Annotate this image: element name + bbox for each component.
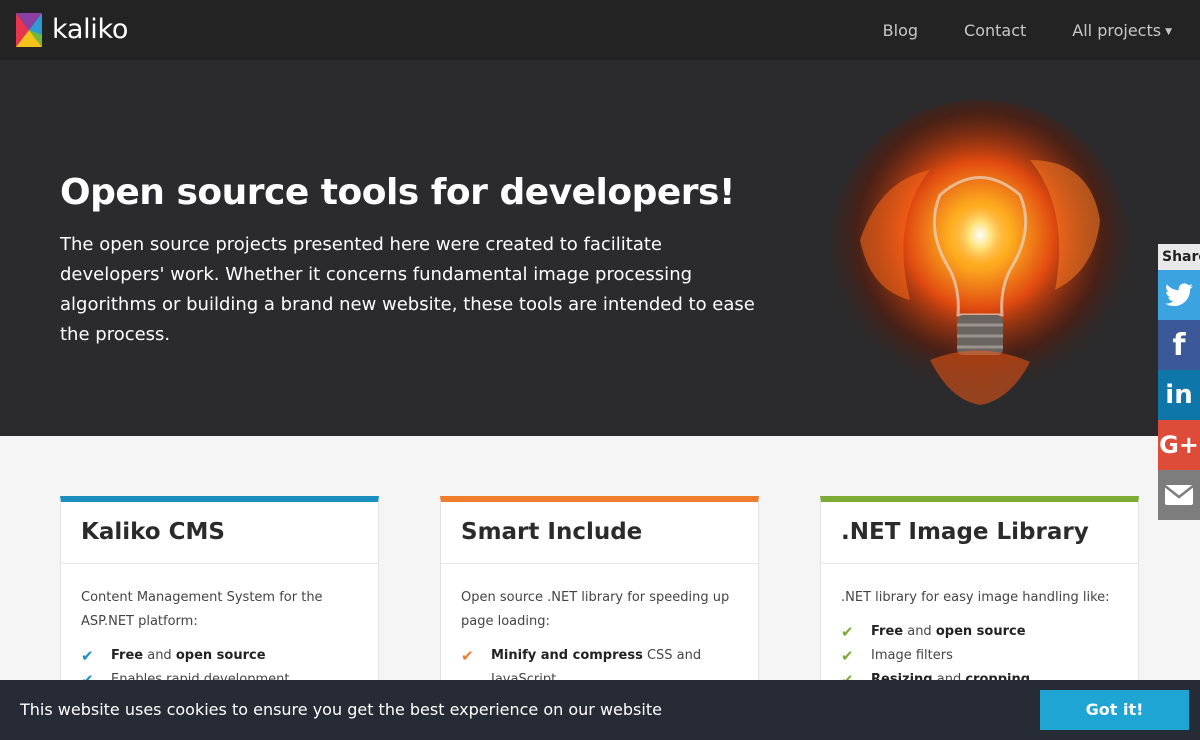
hero-title: Open source tools for developers! <box>60 172 735 213</box>
nav-all-projects-dropdown[interactable]: All projects ▼ <box>1072 21 1172 40</box>
feature-text: Free and open source <box>871 620 1026 644</box>
cookie-message: This website uses cookies to ensure you … <box>20 700 662 719</box>
caret-down-icon: ▼ <box>1165 26 1172 37</box>
logo-text: kaliko <box>52 14 129 45</box>
checkmark-icon: ✔ <box>841 647 854 665</box>
feature-text: Free and open source <box>111 644 266 668</box>
main-nav: Blog Contact All projects ▼ <box>837 0 1172 60</box>
feature-plain-text: and <box>143 648 176 663</box>
top-navigation-bar: kaliko Blog Contact All projects ▼ <box>0 0 1200 60</box>
card-title: .NET Image Library <box>821 502 1138 564</box>
nav-blog-link[interactable]: Blog <box>883 21 918 40</box>
feature-text: Image filters <box>871 648 953 663</box>
kaliko-logo-icon <box>16 13 42 47</box>
share-twitter-button[interactable] <box>1158 270 1200 320</box>
feature-bold-text: open source <box>175 648 266 663</box>
twitter-icon <box>1165 283 1193 307</box>
feature-item: ✔ Free and open source <box>81 644 358 668</box>
feature-bold-text: open source <box>935 624 1026 639</box>
linkedin-icon: in <box>1165 380 1193 410</box>
burning-lightbulb-image <box>830 100 1130 405</box>
checkmark-icon: ✔ <box>81 647 94 665</box>
site-logo[interactable]: kaliko <box>16 13 128 47</box>
feature-plain-text: and <box>903 624 936 639</box>
cookie-accept-button[interactable]: Got it! <box>1040 690 1189 730</box>
card-body: Open source .NET library for speeding up… <box>441 564 758 692</box>
card-body: .NET library for easy image handling lik… <box>821 564 1138 692</box>
hero-banner: Open source tools for developers! The op… <box>0 60 1200 436</box>
card-title: Smart Include <box>441 502 758 564</box>
card-body: Content Management System for the ASP.NE… <box>61 564 378 692</box>
feature-bold-text: Minify and compress <box>491 648 643 663</box>
facebook-icon: f <box>1172 327 1186 363</box>
nav-all-projects-label: All projects <box>1072 20 1162 40</box>
card-description: .NET library for easy image handling lik… <box>841 590 1110 605</box>
nav-contact-link[interactable]: Contact <box>964 21 1026 40</box>
feature-item: ✔ Image filters <box>841 644 1118 668</box>
feature-item: ✔ Free and open source <box>841 620 1118 644</box>
feature-bold-text: Free <box>871 624 904 639</box>
share-linkedin-button[interactable]: in <box>1158 370 1200 420</box>
share-label: Share <box>1158 244 1200 270</box>
card-description: Open source .NET library for speeding up… <box>461 590 730 629</box>
checkmark-icon: ✔ <box>841 623 854 641</box>
checkmark-icon: ✔ <box>461 647 474 665</box>
feature-bold-text: Free <box>111 648 144 663</box>
cookie-consent-bar: This website uses cookies to ensure you … <box>0 680 1200 740</box>
hero-description: The open source projects presented here … <box>60 234 755 345</box>
card-title: Kaliko CMS <box>61 502 378 564</box>
share-facebook-button[interactable]: f <box>1158 320 1200 370</box>
card-description: Content Management System for the ASP.NE… <box>81 590 323 629</box>
